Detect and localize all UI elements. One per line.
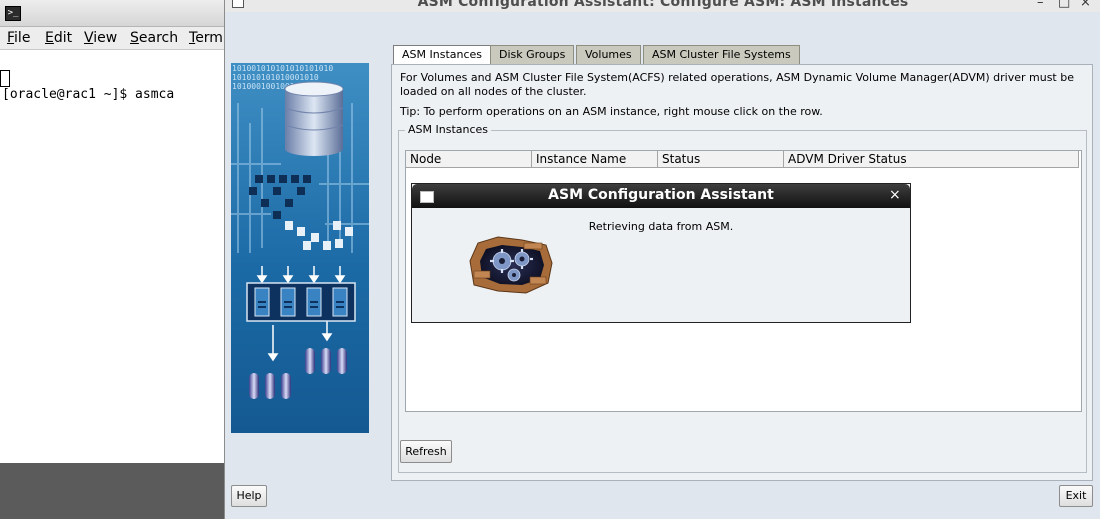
help-button[interactable]: Help: [231, 485, 267, 507]
column-header-instance-name[interactable]: Instance Name: [532, 151, 658, 168]
storage-illustration: 101001010101010101010 101010101010001010…: [231, 63, 369, 433]
terminal-titlebar[interactable]: >_: [0, 0, 224, 27]
window-titlebar[interactable]: ASM Configuration Assistant: Configure A…: [225, 0, 1100, 12]
close-button[interactable]: ×: [1080, 0, 1091, 10]
refresh-button[interactable]: Refresh: [400, 440, 452, 463]
menu-view[interactable]: View: [84, 30, 117, 46]
menu-edit[interactable]: Edit: [45, 30, 72, 46]
tab-volumes[interactable]: Volumes: [576, 45, 641, 64]
group-label: ASM Instances: [405, 123, 492, 136]
asmca-window: ASM Configuration Assistant: Configure A…: [224, 0, 1100, 519]
column-header-status[interactable]: Status: [658, 151, 784, 168]
storage-illustration-svg: 101001010101010101010 101010101010001010…: [231, 63, 369, 433]
terminal-menubar: File Edit View Search Term: [0, 27, 224, 50]
tip-text: Tip: To perform operations on an ASM ins…: [400, 105, 823, 118]
tab-disk-groups[interactable]: Disk Groups: [490, 45, 575, 64]
dialog-title: ASM Configuration Assistant: [548, 187, 774, 203]
column-header-advm-driver-status[interactable]: ADVM Driver Status: [784, 151, 1079, 168]
menu-file[interactable]: File: [7, 30, 30, 46]
terminal-window: >_ File Edit View Search Term [oracle@ra…: [0, 0, 225, 463]
disk-array-icon: [246, 282, 356, 322]
window-title: ASM Configuration Assistant: Configure A…: [417, 0, 909, 10]
database-icon: [284, 81, 344, 156]
terminal-cursor: [0, 70, 10, 87]
binary-row-2: 101010101010001010: [232, 73, 319, 82]
gears-icon: [469, 236, 553, 294]
menu-search[interactable]: Search: [130, 30, 178, 46]
minimize-button[interactable]: –: [1037, 0, 1044, 10]
exit-button[interactable]: Exit: [1059, 485, 1093, 507]
terminal-icon: >_: [5, 6, 21, 21]
prompt-line: [oracle@rac1 ~]$ asmca: [2, 87, 175, 102]
progress-dialog: ASM Configuration Assistant × Retrieving…: [411, 183, 911, 323]
menu-terminal[interactable]: Term: [189, 30, 223, 46]
terminal-output[interactable]: [oracle@rac1 ~]$ asmca: [2, 52, 222, 137]
tab-acfs[interactable]: ASM Cluster File Systems: [643, 45, 800, 64]
advm-info-text: For Volumes and ASM Cluster File System(…: [400, 71, 1074, 98]
maximize-button[interactable]: □: [1058, 0, 1070, 10]
dialog-close-icon[interactable]: ×: [889, 187, 901, 203]
tab-asm-instances[interactable]: ASM Instances: [393, 45, 492, 66]
desktop-background: [0, 463, 224, 519]
dialog-titlebar[interactable]: ASM Configuration Assistant ×: [412, 184, 910, 208]
column-header-node[interactable]: Node: [406, 151, 532, 168]
binary-row-1: 101001010101010101010: [232, 64, 333, 73]
